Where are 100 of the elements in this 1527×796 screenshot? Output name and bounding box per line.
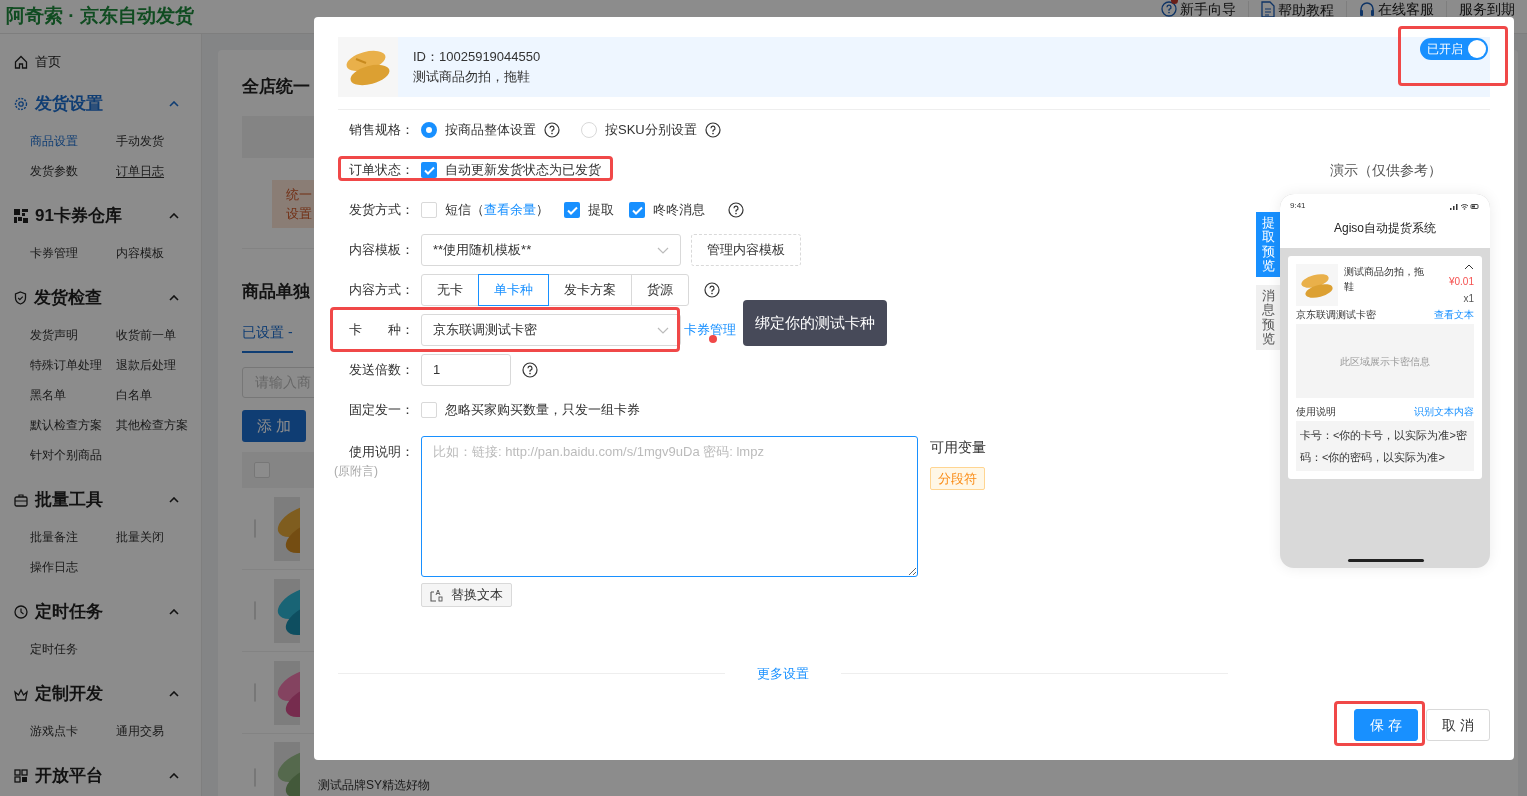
option-label: 忽略买家购买数量，只发一组卡券: [445, 401, 640, 420]
sidebar-link[interactable]: 批量关闭: [116, 522, 201, 552]
phone-app-title: Agiso自动提货系统: [1333, 220, 1437, 237]
sidebar-link[interactable]: 订单日志: [116, 156, 201, 186]
phone-product-name: 测试商品勿拍，拖鞋: [1344, 265, 1425, 294]
usage-title: 使用说明: [1296, 405, 1336, 419]
add-button[interactable]: 添 加: [242, 410, 306, 442]
sidebar-link[interactable]: 手动发货: [116, 126, 201, 156]
select-field[interactable]: **使用随机模板**: [421, 234, 681, 266]
sidebar-link[interactable]: 卡券管理: [30, 238, 116, 268]
field-label: 发送倍数：: [348, 361, 414, 380]
sidebar-link[interactable]: 收货前一单: [116, 320, 201, 350]
option-label: 短信（查看余量）: [445, 201, 549, 220]
shield-icon: [14, 291, 27, 305]
chevron-up-icon: [169, 691, 179, 697]
sidebar-link[interactable]: 特殊订单处理: [30, 350, 116, 380]
card-info-area: 此区域展示卡密信息: [1296, 324, 1474, 398]
help-icon[interactable]: [522, 362, 538, 378]
field-label: 卡 种：: [348, 321, 414, 340]
sidebar-link[interactable]: 通用交易: [116, 716, 201, 746]
field-label: 使用说明：: [348, 443, 414, 461]
segment-tab[interactable]: 单卡种: [478, 274, 549, 306]
sidebar-link[interactable]: 发货声明: [30, 320, 116, 350]
preview-tab[interactable]: 提取预览: [1256, 212, 1280, 278]
option-label: 自动更新发货状态为已发货: [445, 161, 601, 180]
segment-tab[interactable]: 货源: [631, 274, 689, 306]
replace-text-button[interactable]: 替换文本: [421, 583, 512, 607]
sidebar-link[interactable]: 白名单: [116, 380, 201, 410]
sidebar-link[interactable]: 退款后处理: [116, 350, 201, 380]
checkbox[interactable]: [629, 202, 645, 218]
usage-text: 卡号：<你的卡号，以实际为准>密码：<你的密码，以实际为准>: [1296, 421, 1474, 471]
sidebar-link[interactable]: 批量备注: [30, 522, 116, 552]
chevron-up-icon: [1464, 264, 1474, 270]
preview-title: 演示（仅供参考）: [1330, 161, 1442, 180]
sidebar-section[interactable]: 定制开发: [0, 672, 201, 716]
status-time: 9:41: [1290, 200, 1306, 212]
cancel-button[interactable]: 取 消: [1426, 709, 1490, 741]
sidebar-link[interactable]: 黑名单: [30, 380, 116, 410]
chevron-up-icon: [169, 213, 179, 219]
preview-tab[interactable]: 消息预览: [1256, 285, 1280, 351]
sidebar-link[interactable]: 默认检查方案: [30, 410, 116, 440]
radio-button[interactable]: [421, 122, 437, 138]
sidebar-link[interactable]: 定时任务: [30, 634, 116, 664]
sidebar-link[interactable]: 游戏点卡: [30, 716, 116, 746]
chevron-up-icon: [169, 101, 179, 107]
tab[interactable]: 已设置 -: [242, 322, 293, 353]
clock-icon: [14, 605, 28, 619]
apps-icon: [14, 769, 28, 783]
sidebar-section[interactable]: 定时任务: [0, 590, 201, 634]
crown-icon: [14, 687, 28, 701]
chevron-down-icon: [657, 326, 669, 334]
sidebar-section[interactable]: 批量工具: [0, 478, 201, 522]
help-icon[interactable]: [704, 282, 720, 298]
price: ¥0.01: [1448, 275, 1474, 289]
sidebar-item[interactable]: 首页: [0, 42, 201, 82]
checkbox[interactable]: [421, 202, 437, 218]
chevron-up-icon: [169, 497, 179, 503]
checkbox[interactable]: [421, 402, 437, 418]
status-icons: [1450, 202, 1480, 210]
option-label: 咚咚消息: [653, 201, 705, 220]
link[interactable]: 识别文本内容: [1414, 404, 1474, 419]
help-icon[interactable]: [728, 202, 744, 218]
sidebar-link[interactable]: 其他检查方案: [116, 410, 201, 440]
app-title: 阿奇索 · 京东自动发货: [5, 4, 194, 29]
product-name: 测试品牌SY精选好物: [318, 778, 430, 792]
instructions-field[interactable]: 比如：链接: http://pan.baidu.com/s/1mgv9uDa 密码: lmpz: [421, 436, 918, 577]
checkbox[interactable]: [421, 162, 437, 178]
number-field[interactable]: 1: [421, 354, 511, 386]
sidebar-section[interactable]: 发货设置: [0, 82, 201, 126]
sidebar-link[interactable]: 针对个别商品: [30, 440, 116, 470]
chevron-up-icon: [169, 773, 179, 779]
more-settings-link[interactable]: 更多设置: [725, 664, 841, 684]
section-title: 商品单独: [242, 280, 310, 303]
manage-button[interactable]: 管理内容模板: [691, 234, 801, 266]
segment-tab[interactable]: 无卡: [421, 274, 479, 306]
link[interactable]: 查看余量: [484, 202, 536, 218]
sidebar-section[interactable]: 91卡券仓库: [0, 194, 201, 238]
segment-tab[interactable]: 发卡方案: [548, 274, 632, 306]
save-button[interactable]: 保 存: [1354, 709, 1418, 741]
select-field[interactable]: 京东联调测试卡密: [421, 314, 681, 346]
section-title: 全店统一: [242, 76, 310, 98]
header-link[interactable]: 新手向导: [1149, 1, 1248, 17]
sidebar-link[interactable]: 商品设置: [30, 126, 116, 156]
help-icon[interactable]: [704, 122, 721, 138]
field-note: (原附言): [334, 462, 379, 480]
link[interactable]: 查看文本: [1434, 307, 1474, 322]
chevron-up-icon: [169, 295, 179, 301]
sidebar-section[interactable]: 开放平台: [0, 754, 201, 796]
toggle-switch[interactable]: 已开启: [1420, 38, 1488, 60]
sidebar-section[interactable]: 发货检查: [0, 276, 201, 320]
checkbox[interactable]: [564, 202, 580, 218]
sidebar-link[interactable]: 发货参数: [30, 156, 116, 186]
chevron-up-icon: [169, 609, 179, 615]
variables-title: 可用变量: [930, 438, 986, 457]
sidebar-link[interactable]: 操作日志: [30, 552, 116, 582]
sidebar-link[interactable]: 内容模板: [116, 238, 201, 268]
product-id: ID：10025919044550: [413, 48, 541, 66]
help-icon[interactable]: [544, 122, 560, 138]
option-label: 提取: [588, 201, 614, 220]
link[interactable]: 卡券管理: [684, 320, 736, 340]
